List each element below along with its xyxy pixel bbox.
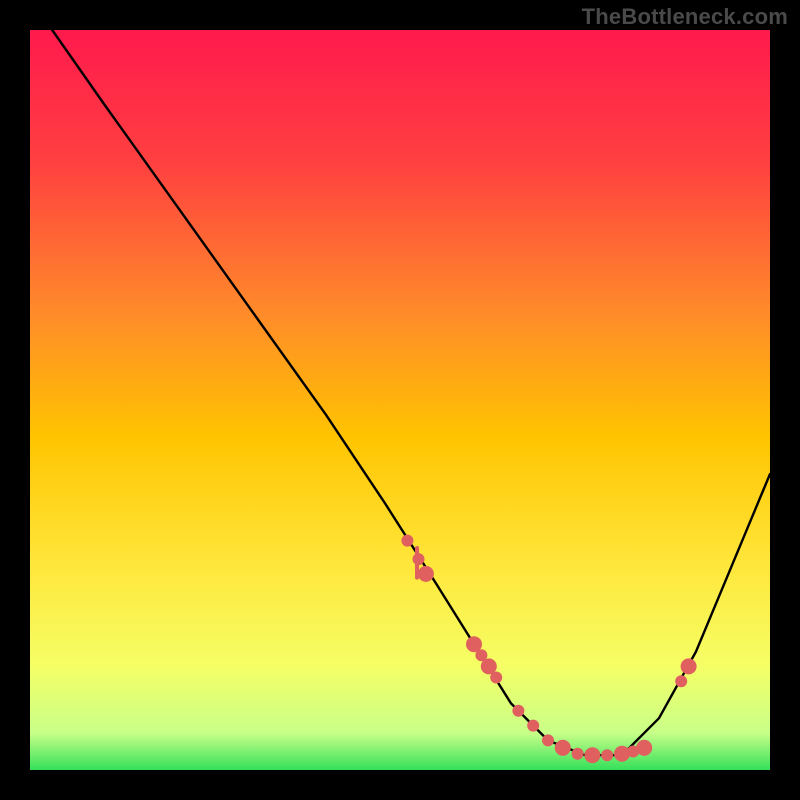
data-point: [512, 705, 524, 717]
chart-canvas: [0, 0, 800, 800]
data-point: [527, 720, 539, 732]
chart-frame: TheBottleneck.com: [0, 0, 800, 800]
data-point: [413, 553, 425, 565]
data-point: [675, 675, 687, 687]
data-point: [636, 740, 652, 756]
data-point: [681, 658, 697, 674]
data-point: [542, 734, 554, 746]
data-point: [490, 672, 502, 684]
data-point: [418, 566, 434, 582]
data-point: [401, 535, 413, 547]
data-point: [572, 748, 584, 760]
data-point: [601, 749, 613, 761]
data-point: [584, 747, 600, 763]
data-point: [555, 740, 571, 756]
plot-background: [30, 30, 770, 770]
